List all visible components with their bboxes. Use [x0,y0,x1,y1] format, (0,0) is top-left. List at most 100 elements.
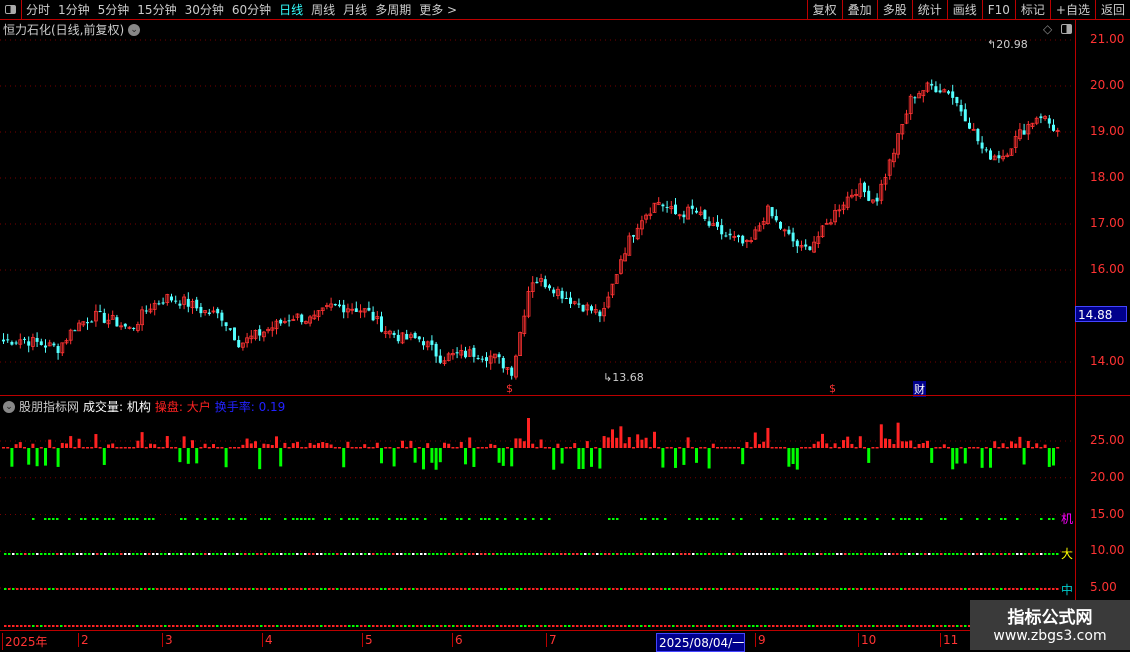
volume-bar-down [951,448,955,470]
volume-bar-up [317,443,320,448]
level-line-segment [200,588,203,590]
date-axis[interactable]: 2025年 2 3 4 5 6 7 2025/08/04/一 9 10 11 [0,630,1075,652]
chevron-down-icon[interactable]: ⌄ [3,400,15,413]
volume-bar-down [464,448,467,465]
candle-body [569,297,572,304]
level-line-segment [772,553,775,555]
level-line-segment [704,625,707,627]
level-line-segment [160,588,163,590]
volume-bar-flat [913,447,917,449]
level-line-segment [348,625,351,627]
volume-bar-up [14,444,18,448]
volume-bar-up [249,443,253,448]
volume-bar-flat [984,447,988,449]
level-line-segment [76,588,79,590]
level-line-segment [152,518,155,520]
level-line-segment [48,588,51,590]
volume-bar-flat [800,447,803,449]
level-line-segment [492,553,495,555]
level-line-segment [280,553,283,555]
volume-bar-up [329,444,333,448]
level-line-segment [4,553,7,555]
level-line-segment [976,553,979,555]
volume-bar-flat [875,447,879,449]
level-line-segment [192,553,195,555]
candle-body [144,310,148,312]
level-line-segment [176,553,179,555]
level-line-segment [1032,553,1035,555]
level-line-segment [168,625,171,627]
candle-body [867,190,871,201]
level-line-segment [148,625,151,627]
candle-body [430,340,434,345]
candle-body [396,334,400,342]
level-line-segment [412,625,415,627]
level-line-segment [996,553,999,555]
volume-bar-up [711,443,715,448]
level-line-segment [312,518,315,520]
volume-bar-up [531,443,535,448]
dividend-marker[interactable]: $ [829,382,836,395]
level-line-segment [488,588,491,590]
candle-body [434,343,438,357]
candle-body [338,304,341,307]
level-line-segment [624,625,627,627]
level-line-segment [164,553,167,555]
level-line-segment [456,625,459,627]
level-line-segment [440,518,443,520]
level-line-segment [284,625,287,627]
level-line-segment [104,625,107,627]
level-line-segment [532,625,535,627]
volume-bar-flat [476,447,480,449]
volume-bar-flat [396,447,400,449]
level-line-segment [548,588,551,590]
level-line-segment [796,553,799,555]
candle-body [300,314,304,323]
candle-body [695,210,698,213]
level-line-segment [440,553,443,555]
level-line-segment [684,553,687,555]
volume-bar-up [48,439,52,448]
level-line-segment [792,588,795,590]
level-line-segment [900,518,903,520]
level-line-segment [352,553,355,555]
level-line-segment [968,588,971,590]
level-line-segment [888,625,891,627]
volume-bar-flat [115,447,119,449]
level-line-segment [700,518,703,520]
level-line-segment [484,625,487,627]
kline-chart[interactable] [0,0,1130,650]
level-line-segment [184,625,187,627]
watermark-url: www.zbgs3.com [993,628,1107,644]
level-line-segment [740,518,743,520]
level-line-segment [848,553,851,555]
level-line-segment [380,553,383,555]
candle-body [195,299,199,309]
volume-bar-up [283,442,287,448]
candle-body [741,235,745,244]
level-line-segment [296,588,299,590]
level-line-segment [864,588,867,590]
level-line-segment [680,588,683,590]
candle-body [501,357,505,369]
volume-bar-down [430,448,434,463]
indicator-name[interactable]: 股朋指标网 [19,398,79,415]
level-line-segment [608,553,611,555]
level-line-segment [344,553,347,555]
volume-bar-up [1014,443,1018,448]
level-line-segment [676,625,679,627]
volume-bar-up [1001,443,1005,448]
level-line-segment [856,625,859,627]
level-line-segment [444,625,447,627]
level-line-segment [944,553,947,555]
dividend-marker[interactable]: $ [506,382,513,395]
volume-bar-flat [23,447,26,449]
volume-bar-up [447,443,451,448]
level-line-segment [716,588,719,590]
level-line-segment [1044,588,1047,590]
level-line-segment [216,588,219,590]
level-line-segment [348,588,351,590]
volume-bar-up [493,444,497,448]
level-line-segment [220,625,223,627]
volume-bar-up [615,437,619,448]
